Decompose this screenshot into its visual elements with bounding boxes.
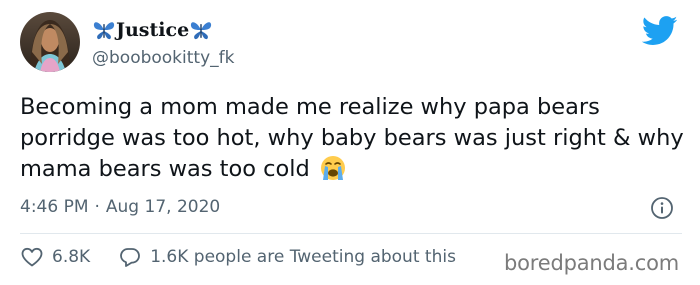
like-count: 6.8K [52,247,91,267]
loudly-crying-face-icon [319,154,347,182]
watermark: boredpanda.com [504,251,680,275]
tweet-time: 4:46 PM [20,197,89,217]
twitter-bird-icon[interactable] [641,16,678,46]
author-handle[interactable]: @boobookitty_fk [92,47,234,69]
author-name-text: Justice [116,19,190,41]
tweet-text-content: Becoming a mom made me realize why papa … [20,94,684,182]
tweet-actions: 6.8K 1.6K people are Tweeting about this [20,245,456,269]
avatar[interactable] [20,12,80,72]
info-icon[interactable] [650,196,674,220]
heart-icon [21,247,43,267]
butterfly-icon [189,19,213,41]
like-button[interactable]: 6.8K [20,245,90,269]
conversation-text: 1.6K people are Tweeting about this [150,247,456,267]
avatar-image [20,12,80,72]
tweet-date: Aug 17, 2020 [105,197,221,217]
tweet-timestamp[interactable]: 4:46 PM · Aug 17, 2020 [20,196,220,218]
speech-bubble-icon [120,248,141,267]
conversation-link[interactable]: 1.6K people are Tweeting about this [118,245,456,269]
separator-dot: · [94,197,100,217]
author-name[interactable]: Justice [92,18,213,42]
divider [20,233,682,234]
tweet-text: Becoming a mom made me realize why papa … [20,92,685,185]
butterfly-icon [92,19,116,41]
